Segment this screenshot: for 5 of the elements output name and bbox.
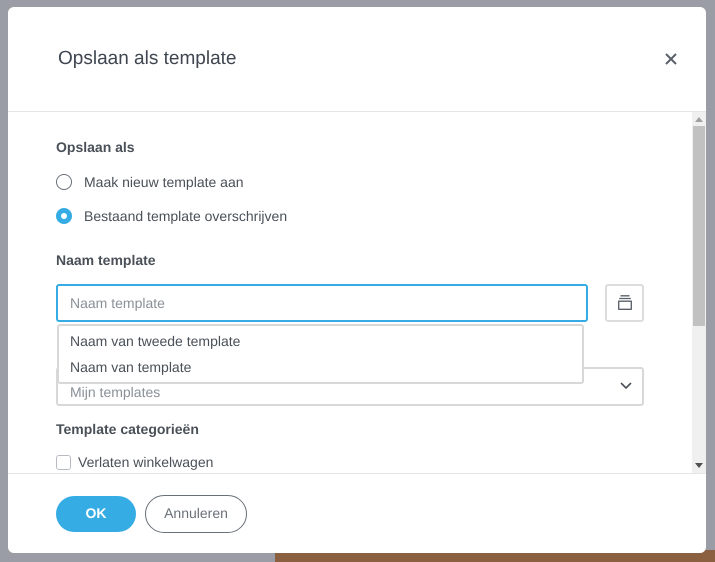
section-label: Naam template (56, 251, 156, 270)
select-value: Mijn templates (70, 384, 160, 400)
section-label: Opslaan als (56, 138, 135, 157)
section-label: Template categorieën (56, 420, 199, 439)
dialog-title: Opslaan als template (58, 46, 236, 71)
